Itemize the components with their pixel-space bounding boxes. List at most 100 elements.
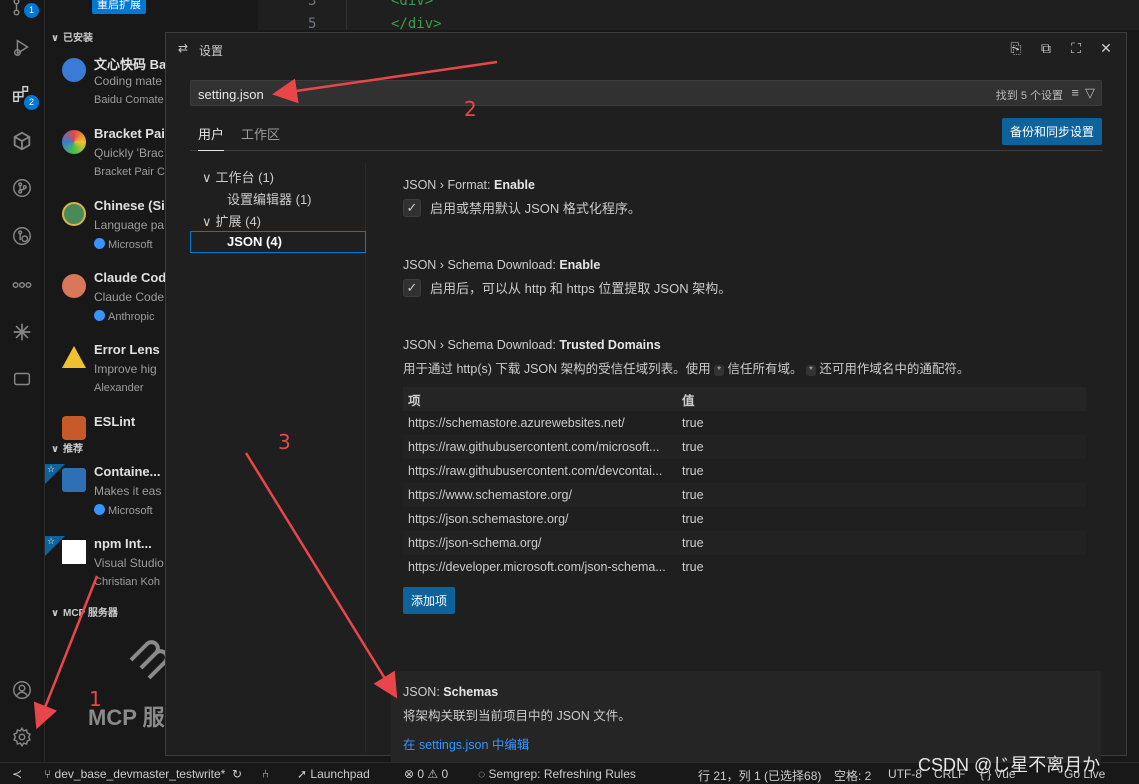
extension-item[interactable]: Claude Cod Claude Code Anthropic [45, 270, 165, 342]
remote-indicator-icon[interactable]: ≺ [12, 767, 22, 781]
table-row[interactable]: https://json-schema.org/true [403, 531, 1086, 555]
edit-in-settings-json-link[interactable]: 在 settings.json 中编辑 [403, 738, 529, 752]
extensions-icon[interactable]: 2 [7, 79, 39, 110]
annotation-number: 1 [89, 687, 102, 711]
extension-description: Makes it eas [94, 484, 162, 498]
verified-icon [94, 238, 105, 249]
extension-item[interactable]: ☆ npm Int... Visual Studio Christian Koh [45, 536, 165, 608]
open-json-icon[interactable]: ⎘ [1008, 40, 1024, 57]
globe-icon [62, 202, 86, 226]
table-row[interactable]: https://raw.githubusercontent.com/devcon… [403, 459, 1086, 483]
close-icon[interactable]: ✕ [1098, 40, 1114, 57]
dialog-titlebar: ⇄ 设置 ⎘ ⧉ ⛶ ✕ [166, 33, 1126, 63]
installed-section-header[interactable]: ∨ 已安装 [51, 29, 93, 44]
claude-icon[interactable] [7, 317, 37, 347]
extension-description: Quickly 'Brac [94, 146, 164, 160]
problems-status[interactable]: ⊗ 0 ⚠ 0 [404, 767, 448, 781]
backup-sync-button[interactable]: 备份和同步设置 [1001, 118, 1102, 145]
eslint-icon [62, 416, 86, 440]
indent-guide [346, 0, 347, 30]
code-line: </div> [391, 16, 442, 32]
table-row[interactable]: https://raw.githubusercontent.com/micros… [403, 435, 1086, 459]
git-graph-status-icon[interactable]: ⑃ [262, 767, 269, 781]
tab-workspace[interactable]: 工作区 [241, 124, 280, 150]
chevron-down-icon: ∨ [51, 444, 60, 455]
filter-icon[interactable]: ▽ [1085, 85, 1095, 101]
extension-item[interactable]: Bracket Pair Quickly 'Brac Bracket Pair … [45, 126, 165, 198]
extension-publisher: Baidu Comate [94, 94, 164, 106]
table-row[interactable]: https://json.schemastore.org/true [403, 507, 1086, 531]
rocket-icon: ➚ [297, 767, 311, 781]
extension-name: ESLint [94, 414, 136, 429]
branch-status[interactable]: ⑂ dev_base_devmaster_testwrite* [44, 767, 225, 781]
remote-explorer-icon[interactable] [7, 364, 37, 394]
extension-item[interactable]: ESLint [45, 414, 165, 440]
extension-logo [62, 274, 86, 298]
git-graph-icon[interactable] [7, 173, 37, 203]
chevron-down-icon: ∨ [51, 33, 60, 44]
maximize-icon[interactable]: ⛶ [1068, 40, 1084, 57]
extension-name: Bracket Pair [94, 126, 165, 141]
sync-icon[interactable]: ↻ [232, 767, 242, 781]
recommended-section-header[interactable]: ∨ 推荐 [51, 440, 83, 455]
verified-icon [94, 504, 105, 515]
npm-icon [62, 540, 86, 564]
cursor-position[interactable]: 行 21，列 1 (已选择68) [698, 767, 821, 784]
code-line: <div> [391, 0, 434, 9]
extension-description: Visual Studio [94, 556, 164, 570]
launchpad-status[interactable]: ➚ Launchpad [297, 767, 370, 781]
extension-name: Chinese (Sir [94, 198, 165, 213]
extension-item[interactable]: ☆ Containe... Makes it eas Microsoft [45, 464, 165, 536]
dialog-toolbar: ⎘ ⧉ ⛶ ✕ [1008, 40, 1114, 57]
extension-publisher: Microsoft [94, 238, 153, 251]
account-icon[interactable] [7, 675, 37, 705]
extension-publisher: Christian Koh [94, 576, 161, 588]
source-control-icon[interactable]: 1 [7, 0, 39, 22]
table-row[interactable]: https://www.schemastore.org/true [403, 483, 1086, 507]
package-icon[interactable] [7, 126, 37, 156]
mcp-section-header[interactable]: ∨ MCP 服务器 [51, 604, 118, 619]
settings-search-input[interactable]: setting.json 找到 5 个设置 ≡ ▽ [190, 80, 1102, 106]
git-lens-icon[interactable] [7, 221, 37, 251]
settings-list: JSON › Format: Enable ✓ 启用或禁用默认 JSON 格式化… [391, 163, 1103, 767]
extension-item[interactable]: Error Lens Improve hig Alexander [45, 342, 165, 414]
chevron-down-icon: ∨ [202, 170, 212, 185]
gear-icon[interactable] [7, 722, 37, 752]
toc-item-settings-editor[interactable]: 设置编辑器 (1) [190, 189, 366, 211]
warning-icon [62, 346, 86, 368]
toc-item-workbench[interactable]: ∨ 工作台 (1) [190, 167, 366, 189]
line-number: 5 [308, 16, 317, 32]
extension-description: Claude Code [94, 290, 165, 304]
more-views-icon[interactable] [7, 270, 37, 300]
clear-filter-icon[interactable]: ≡ [1071, 85, 1079, 101]
indentation-status[interactable]: 空格: 2 [834, 767, 871, 784]
toc-item-json[interactable]: JSON (4) [190, 231, 366, 253]
encoding-status[interactable]: UTF-8 [888, 767, 922, 781]
settings-toc: ∨ 工作台 (1) 设置编辑器 (1) ∨ 扩展 (4) JSON (4) [190, 163, 366, 753]
table-row[interactable]: https://developer.microsoft.com/json-sch… [403, 555, 1086, 579]
tab-user[interactable]: 用户 [198, 124, 225, 151]
table-row[interactable]: https://schemastore.azurewebsites.net/tr… [403, 411, 1086, 435]
line-number: 3 [308, 0, 317, 9]
extension-publisher: Bracket Pair C [94, 166, 165, 178]
extension-item[interactable]: 文心快码 Ba Coding mate Baidu Comate [45, 54, 165, 126]
run-debug-icon[interactable] [7, 32, 37, 62]
chevron-down-icon: ∨ [51, 608, 60, 619]
spinner-icon: ◌ [478, 767, 489, 781]
extension-item[interactable]: Chinese (Sir Language pa Microsoft [45, 198, 165, 270]
schema-download-checkbox[interactable]: ✓ [403, 278, 421, 297]
format-enable-checkbox[interactable]: ✓ [403, 198, 421, 217]
settings-dialog: ⇄ 设置 ⎘ ⧉ ⛶ ✕ setting.json 找到 5 个设置 ≡ ▽ 用… [165, 32, 1127, 767]
add-item-button[interactable]: 添加项 [403, 587, 456, 614]
semgrep-status[interactable]: ◌ Semgrep: Refreshing Rules [478, 767, 636, 781]
extension-description: Improve hig [94, 362, 157, 376]
restart-extensions-button[interactable]: 重启扩展 [92, 0, 146, 14]
toc-item-extensions[interactable]: ∨ 扩展 (4) [190, 211, 366, 233]
setting-json-trusted-domains: JSON › Schema Download: Trusted Domains … [403, 338, 1093, 614]
extension-description: Coding mate [94, 74, 163, 88]
extension-name: Error Lens [94, 342, 160, 357]
table-header: 项 值 [403, 387, 1086, 411]
extension-logo [62, 130, 86, 154]
move-to-editor-icon[interactable]: ⧉ [1038, 40, 1054, 57]
extension-name: npm Int... [94, 536, 152, 551]
